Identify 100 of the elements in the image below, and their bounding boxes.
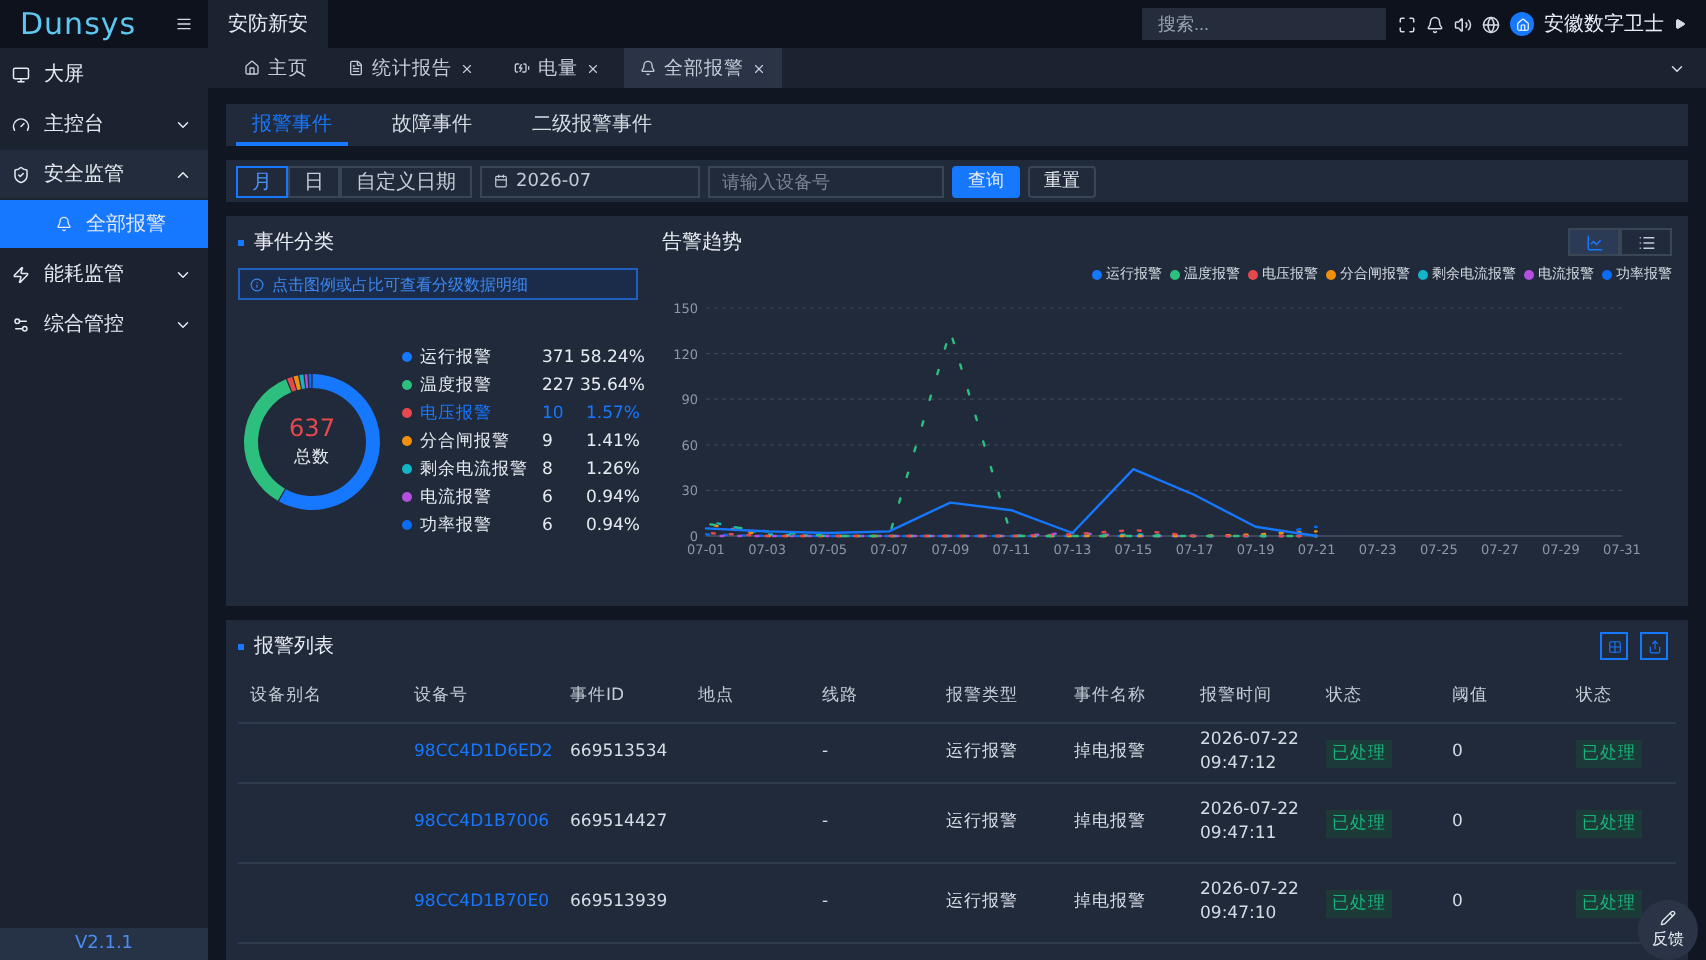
tab-icon [244,60,260,76]
event-tab[interactable]: 故障事件 [376,104,488,146]
menu-item-icon [12,165,30,183]
donut-slice[interactable] [244,378,292,500]
date-field[interactable]: 2026-07 [480,165,700,197]
sidebar-item[interactable]: 安全监管 [0,150,208,198]
legend-item[interactable]: 电压报警 10 1.57% [402,400,640,426]
status-tag: 已处理 [1326,739,1392,767]
total-label: 总数 [294,445,330,469]
sidebar-item[interactable]: 综合管控 [0,300,208,348]
table-cell-text: 2026-07-22 [1200,800,1301,823]
table-cell-text: 运行报警 [946,811,1020,835]
logo: Dunsys [20,6,137,42]
query-button[interactable]: 查询 [952,165,1020,197]
grid-button[interactable] [1600,632,1628,660]
table-cell-text: - [822,891,831,915]
column-header: 状态 [1576,683,1614,707]
info-icon [250,277,264,291]
status-tag: 已处理 [1326,809,1392,837]
status-tag: 已处理 [1576,889,1642,917]
tab-icon [514,60,530,76]
total-count: 637 [289,413,335,441]
panel-title: 告警趋势 [662,229,742,256]
page-tab[interactable]: 电量 [498,48,616,88]
page-tab[interactable]: 全部报警 [624,48,782,88]
status-tag: 已处理 [1326,889,1392,917]
event-tab[interactable]: 二级报警事件 [516,104,668,146]
caret-icon[interactable] [1674,18,1686,30]
page-tab[interactable]: 统计报告 [332,48,490,88]
menu-item-icon [12,315,30,333]
search-field[interactable]: 搜索... [1142,8,1386,40]
column-header: 设备号 [414,683,470,707]
sidebar-item[interactable]: 能耗监管 [0,250,208,298]
device-number-link[interactable]: 98CC4D1B70E0 [414,891,570,915]
event-tab[interactable]: 报警事件 [236,104,348,146]
page-tab[interactable]: 主页 [228,48,324,88]
hint-text: 点击图例或占比可查看分级数据明细 [272,273,528,295]
menu-item-icon [12,115,30,133]
donut-slice[interactable] [278,373,380,509]
column-header: 报警类型 [946,683,1020,707]
legend-item[interactable]: 温度报警 227 35.64% [402,372,640,398]
table-cell-text: 669513939 [570,891,670,915]
tab-label: 统计报告 [372,55,452,81]
period-toggle[interactable]: 月 [236,165,288,197]
table-cell-text: 0 [1452,891,1465,915]
table-cell-text: 2026-07-22 [1200,730,1301,753]
view-toggle[interactable] [1620,228,1672,256]
device-number-link[interactable]: 98CC4D1B7006 [414,811,570,835]
reset-button[interactable]: 重置 [1028,165,1096,197]
table-cell-text: 2026-07-22 [1200,880,1301,903]
sidebar-item[interactable]: 大屏 [0,50,208,98]
table-cell-text: 掉电报警 [1074,891,1148,915]
tab-label: 主页 [268,55,308,81]
table-cell-text: 09:47:11 [1200,823,1279,846]
pencil-icon [1660,910,1676,926]
menu-item-icon [12,265,30,283]
panel-title: 报警列表 [254,633,334,660]
table-cell-text: 669513534 [570,741,670,765]
avatar[interactable] [1510,12,1534,36]
status-tag: 已处理 [1576,739,1642,767]
column-header: 阈值 [1452,683,1490,707]
close-icon[interactable] [752,61,766,75]
legend-item[interactable]: 运行报警 371 58.24% [402,344,640,370]
table-cell-text: 09:47:12 [1200,753,1279,776]
legend-item[interactable]: 分合闸报警 9 1.41% [402,428,640,454]
tab-icon [348,60,364,76]
table-cell-text: 运行报警 [946,741,1020,765]
column-header: 设备别名 [250,683,324,707]
view-toggle[interactable] [1568,228,1620,256]
sidebar-item[interactable]: 主控台 [0,100,208,148]
table-cell-text: - [822,741,831,765]
status-tag: 已处理 [1576,809,1642,837]
top-tab[interactable]: 安防新安 [208,0,328,48]
bell-icon[interactable] [1426,15,1444,33]
period-toggle[interactable]: 自定义日期 [340,165,472,197]
bullet-icon [238,239,244,245]
home-icon [1515,17,1529,31]
period-toggle[interactable]: 日 [288,165,340,197]
tab-label: 全部报警 [664,55,744,81]
tab-label: 电量 [538,55,578,81]
legend-item[interactable]: 功率报警 6 0.94% [402,512,640,538]
fullscreen-icon[interactable] [1398,15,1416,33]
device-number-field[interactable]: 请输入设备号 [708,165,944,197]
speaker-icon[interactable] [1454,15,1472,33]
globe-icon[interactable] [1482,15,1500,33]
column-header: 事件ID [570,683,627,707]
export-button[interactable] [1640,632,1668,660]
share-icon [1647,639,1661,653]
close-icon[interactable] [460,61,474,75]
calendar-icon [494,174,508,188]
device-number-link[interactable]: 98CC4D1D6ED2 [414,741,570,765]
user-name[interactable]: 安徽数字卫士 [1544,10,1664,38]
menu-item-icon [12,65,30,83]
close-icon[interactable] [586,61,600,75]
legend-item[interactable]: 电流报警 6 0.94% [402,484,640,510]
table-cell-text: - [822,811,831,835]
column-header: 报警时间 [1200,683,1274,707]
version-label: V2.1.1 [0,928,208,960]
legend-item[interactable]: 剩余电流报警 8 1.26% [402,456,640,482]
menu-icon[interactable] [176,16,192,32]
